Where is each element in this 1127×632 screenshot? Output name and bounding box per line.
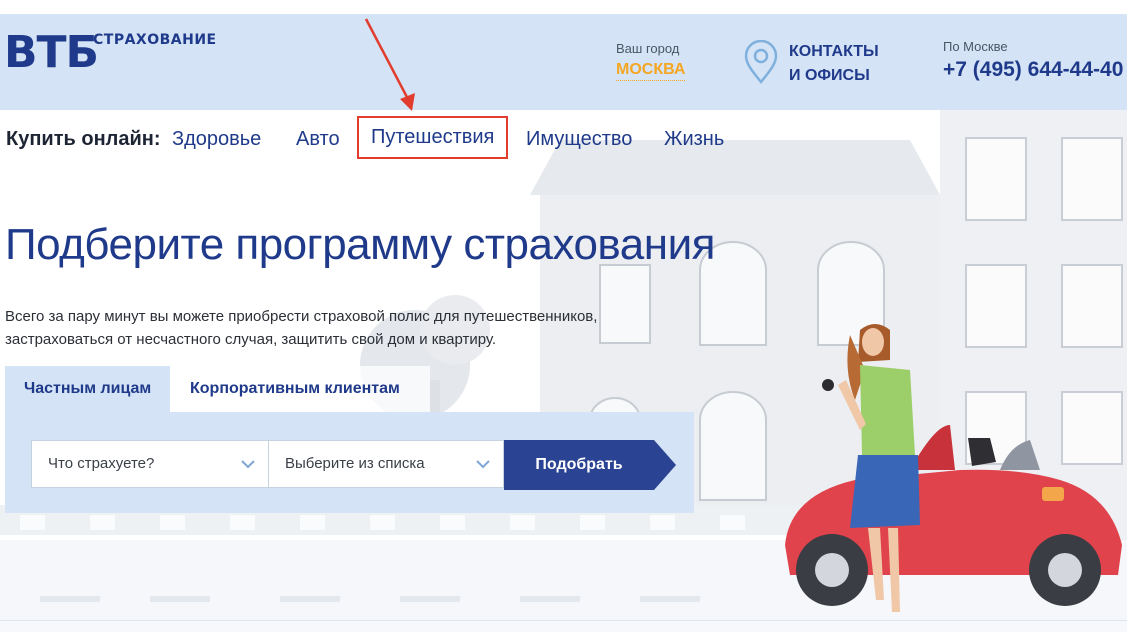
nav-item-auto[interactable]: Авто [296,128,340,151]
find-button[interactable]: Подобрать [504,440,676,490]
map-pin-icon[interactable] [743,40,779,84]
phone-number[interactable]: +7 (495) 644-44-40 [943,58,1123,82]
program-value: Выберите из списка [285,455,425,472]
contacts-line2: И ОФИСЫ [789,67,870,84]
contacts-line1: КОНТАКТЫ [789,43,879,60]
nav-item-health[interactable]: Здоровье [172,128,261,151]
program-select[interactable]: Выберите из списка [268,440,504,488]
nav-item-life[interactable]: Жизнь [664,128,724,151]
nav-label: Купить онлайн: [6,128,161,150]
city-selector[interactable]: МОСКВА [616,61,686,81]
page-title: Подберите программу страхования [5,220,715,269]
insurance-object-value: Что страхуете? [48,455,155,472]
contacts-link[interactable]: КОНТАКТЫ И ОФИСЫ [789,40,879,88]
hero-text-line2: застраховаться от несчастного случая, за… [5,331,497,348]
nav-item-property[interactable]: Имущество [526,128,632,151]
annotation-arrow-icon [364,18,415,111]
insurance-object-select[interactable]: Что страхуете? [31,440,269,488]
top-strip [0,0,1127,14]
find-button-label: Подобрать [535,456,623,473]
city-label: Ваш город [616,41,680,56]
buy-online-nav: Купить онлайн: Здоровье Авто Путешествия… [0,110,760,166]
hero-text-line1: Всего за пару минут вы можете приобрести… [5,308,598,325]
logo-subtitle: СТРАХОВАНИЕ [93,32,217,48]
chevron-down-icon [476,460,490,469]
chevron-down-icon [241,460,255,469]
tab-corporate[interactable]: Корпоративным клиентам [170,366,430,412]
hero-description: Всего за пару минут вы можете приобрести… [5,305,665,351]
tab-individuals[interactable]: Частным лицам [5,366,170,412]
bottom-strip [0,620,1127,632]
phone-label: По Москве [943,39,1008,54]
logo[interactable]: ВТБ [4,28,99,78]
nav-item-travel[interactable]: Путешествия [357,116,509,159]
